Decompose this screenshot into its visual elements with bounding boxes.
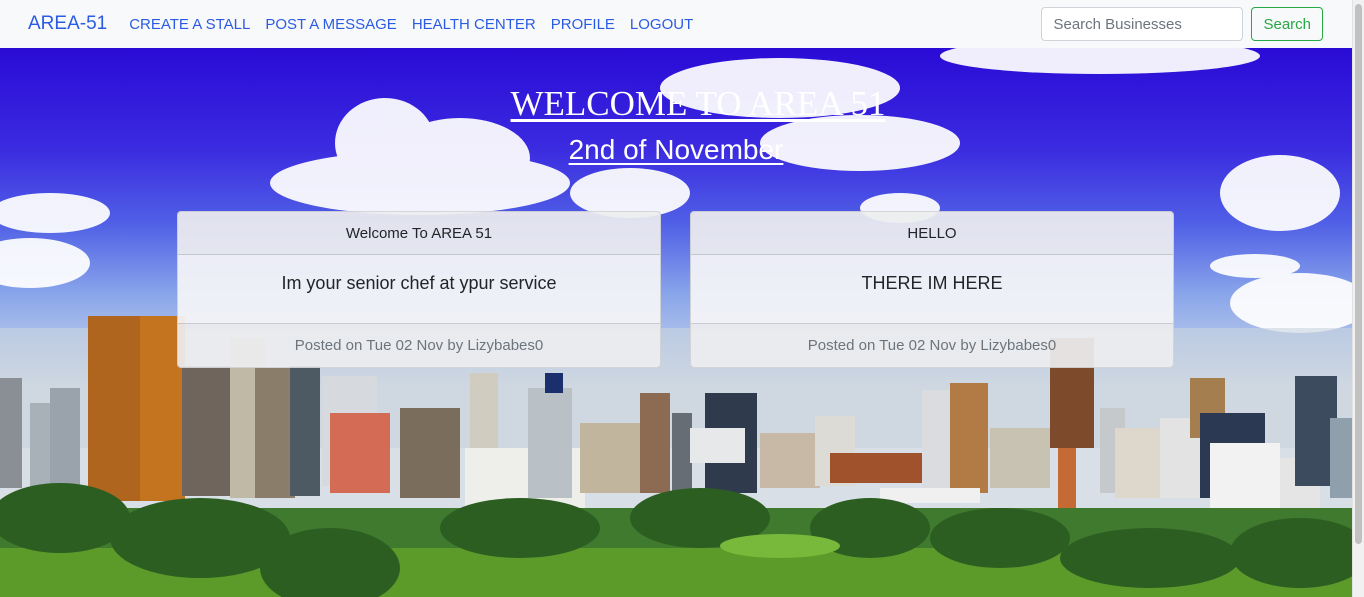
brand-logo[interactable]: AREA-51 — [28, 13, 107, 35]
hero-date: 2nd of November — [568, 134, 784, 165]
post-footer: Posted on Tue 02 Nov by Lizybabes0 — [691, 323, 1173, 367]
post-body: THERE IM HERE — [861, 273, 1003, 293]
nav-health-center[interactable]: HEALTH CENTER — [412, 16, 536, 33]
nav-logout[interactable]: LOGOUT — [630, 16, 693, 33]
scrollbar-thumb[interactable] — [1355, 4, 1362, 544]
post-title: Welcome To AREA 51 — [178, 212, 660, 255]
hero-section: WELCOME TO AREA 51 2nd of November Welco… — [0, 48, 1352, 597]
search-input[interactable] — [1041, 7, 1244, 41]
search-form: Search — [1041, 7, 1323, 41]
hero-title: WELCOME TO AREA 51 — [510, 84, 886, 123]
post-body: Im your senior chef at ypur service — [281, 273, 557, 293]
page-scrollbar[interactable] — [1352, 0, 1364, 597]
search-button[interactable]: Search — [1251, 7, 1323, 41]
nav-create-stall[interactable]: CREATE A STALL — [129, 16, 250, 33]
post-footer: Posted on Tue 02 Nov by Lizybabes0 — [178, 323, 660, 367]
post-title: HELLO — [691, 212, 1173, 255]
post-card: HELLO THERE IM HERE Posted on Tue 02 Nov… — [690, 211, 1174, 368]
post-card: Welcome To AREA 51 Im your senior chef a… — [177, 211, 661, 368]
nav-profile[interactable]: PROFILE — [551, 16, 615, 33]
nav-post-message[interactable]: POST A MESSAGE — [265, 16, 396, 33]
navbar: AREA-51 CREATE A STALL POST A MESSAGE HE… — [0, 0, 1352, 48]
